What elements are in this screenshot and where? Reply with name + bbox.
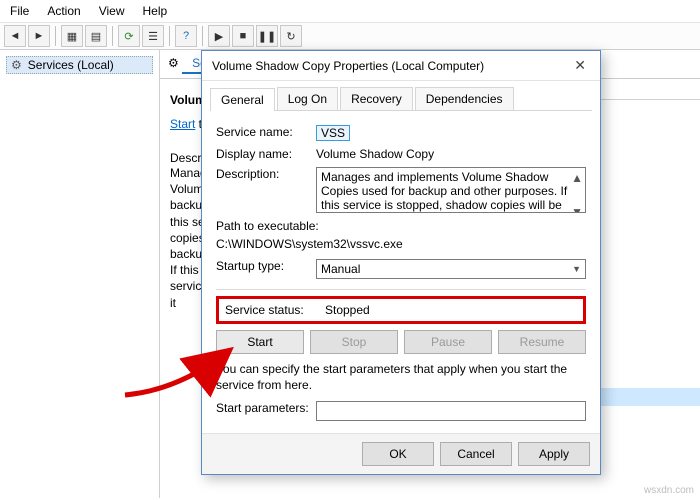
tab-dependencies[interactable]: Dependencies [415, 87, 514, 110]
start-params-note: You can specify the start parameters tha… [216, 362, 586, 393]
path-label: Path to executable: [216, 219, 586, 233]
service-status-value: Stopped [325, 303, 370, 317]
tree-panel: ⚙ Services (Local) [0, 50, 160, 498]
dialog-body: Service name: VSS Display name: Volume S… [202, 111, 600, 433]
ok-button[interactable]: OK [362, 442, 434, 466]
menu-view[interactable]: View [99, 4, 125, 18]
description-box[interactable]: Manages and implements Volume Shadow Cop… [316, 167, 586, 213]
menubar: File Action View Help [0, 0, 700, 23]
properties-button[interactable]: ☰ [142, 25, 164, 47]
apply-button[interactable]: Apply [518, 442, 590, 466]
separator [169, 26, 170, 46]
pause-service-button[interactable]: ❚❚ [256, 25, 278, 47]
display-name-label: Display name: [216, 147, 316, 161]
start-params-input[interactable] [316, 401, 586, 421]
gear-icon: ⚙ [11, 58, 22, 72]
separator [55, 26, 56, 46]
restart-service-button[interactable]: ↻ [280, 25, 302, 47]
tab-general[interactable]: General [210, 88, 275, 111]
description-label: Description: [216, 167, 316, 181]
tab-recovery[interactable]: Recovery [340, 87, 413, 110]
service-status-highlight: Service status: Stopped [216, 296, 586, 324]
properties-dialog: Volume Shadow Copy Properties (Local Com… [201, 50, 601, 475]
service-name-label: Service name: [216, 125, 316, 139]
cancel-button[interactable]: Cancel [440, 442, 512, 466]
tree-node-services-local[interactable]: ⚙ Services (Local) [6, 56, 153, 74]
startup-type-label: Startup type: [216, 259, 316, 273]
separator [112, 26, 113, 46]
back-button[interactable]: ◄ [4, 25, 26, 47]
scroll-arrows[interactable]: ▲▼ [571, 171, 583, 213]
menu-action[interactable]: Action [47, 4, 80, 18]
dialog-tabs: General Log On Recovery Dependencies [210, 87, 592, 111]
dialog-footer: OK Cancel Apply [202, 433, 600, 474]
start-service-button[interactable]: ▶ [208, 25, 230, 47]
resume-button: Resume [498, 330, 586, 354]
refresh-button[interactable]: ⟳ [118, 25, 140, 47]
forward-button[interactable]: ► [28, 25, 50, 47]
watermark: wsxdn.com [644, 485, 694, 496]
toolbar: ◄ ► ▦ ▤ ⟳ ☰ ? ▶ ■ ❚❚ ↻ [0, 23, 700, 50]
gear-icon: ⚙ [168, 56, 179, 70]
service-status-label: Service status: [225, 303, 325, 317]
chevron-down-icon[interactable]: ▼ [571, 205, 583, 213]
display-name-value: Volume Shadow Copy [316, 147, 586, 161]
chevron-down-icon: ▼ [572, 264, 581, 274]
start-button[interactable]: Start [216, 330, 304, 354]
description-value: Manages and implements Volume Shadow Cop… [321, 170, 567, 213]
path-value: C:\WINDOWS\system32\vssvc.exe [216, 237, 586, 251]
service-name-value: VSS [316, 125, 350, 141]
stop-service-button[interactable]: ■ [232, 25, 254, 47]
close-icon[interactable]: ✕ [570, 57, 590, 74]
show-hide-button[interactable]: ▦ [61, 25, 83, 47]
divider [216, 289, 586, 290]
dialog-title: Volume Shadow Copy Properties (Local Com… [212, 59, 484, 73]
startup-type-select[interactable]: Manual ▼ [316, 259, 586, 279]
menu-file[interactable]: File [10, 4, 29, 18]
start-link[interactable]: Start [170, 117, 195, 131]
menu-help[interactable]: Help [143, 4, 168, 18]
tree-node-label: Services (Local) [28, 58, 114, 72]
pause-button: Pause [404, 330, 492, 354]
export-button[interactable]: ▤ [85, 25, 107, 47]
stop-button: Stop [310, 330, 398, 354]
dialog-titlebar: Volume Shadow Copy Properties (Local Com… [202, 51, 600, 81]
chevron-up-icon[interactable]: ▲ [571, 171, 583, 185]
start-params-label: Start parameters: [216, 401, 316, 415]
help-button[interactable]: ? [175, 25, 197, 47]
tab-logon[interactable]: Log On [277, 87, 338, 110]
separator [202, 26, 203, 46]
startup-type-value: Manual [321, 262, 360, 276]
service-control-buttons: Start Stop Pause Resume [216, 330, 586, 354]
